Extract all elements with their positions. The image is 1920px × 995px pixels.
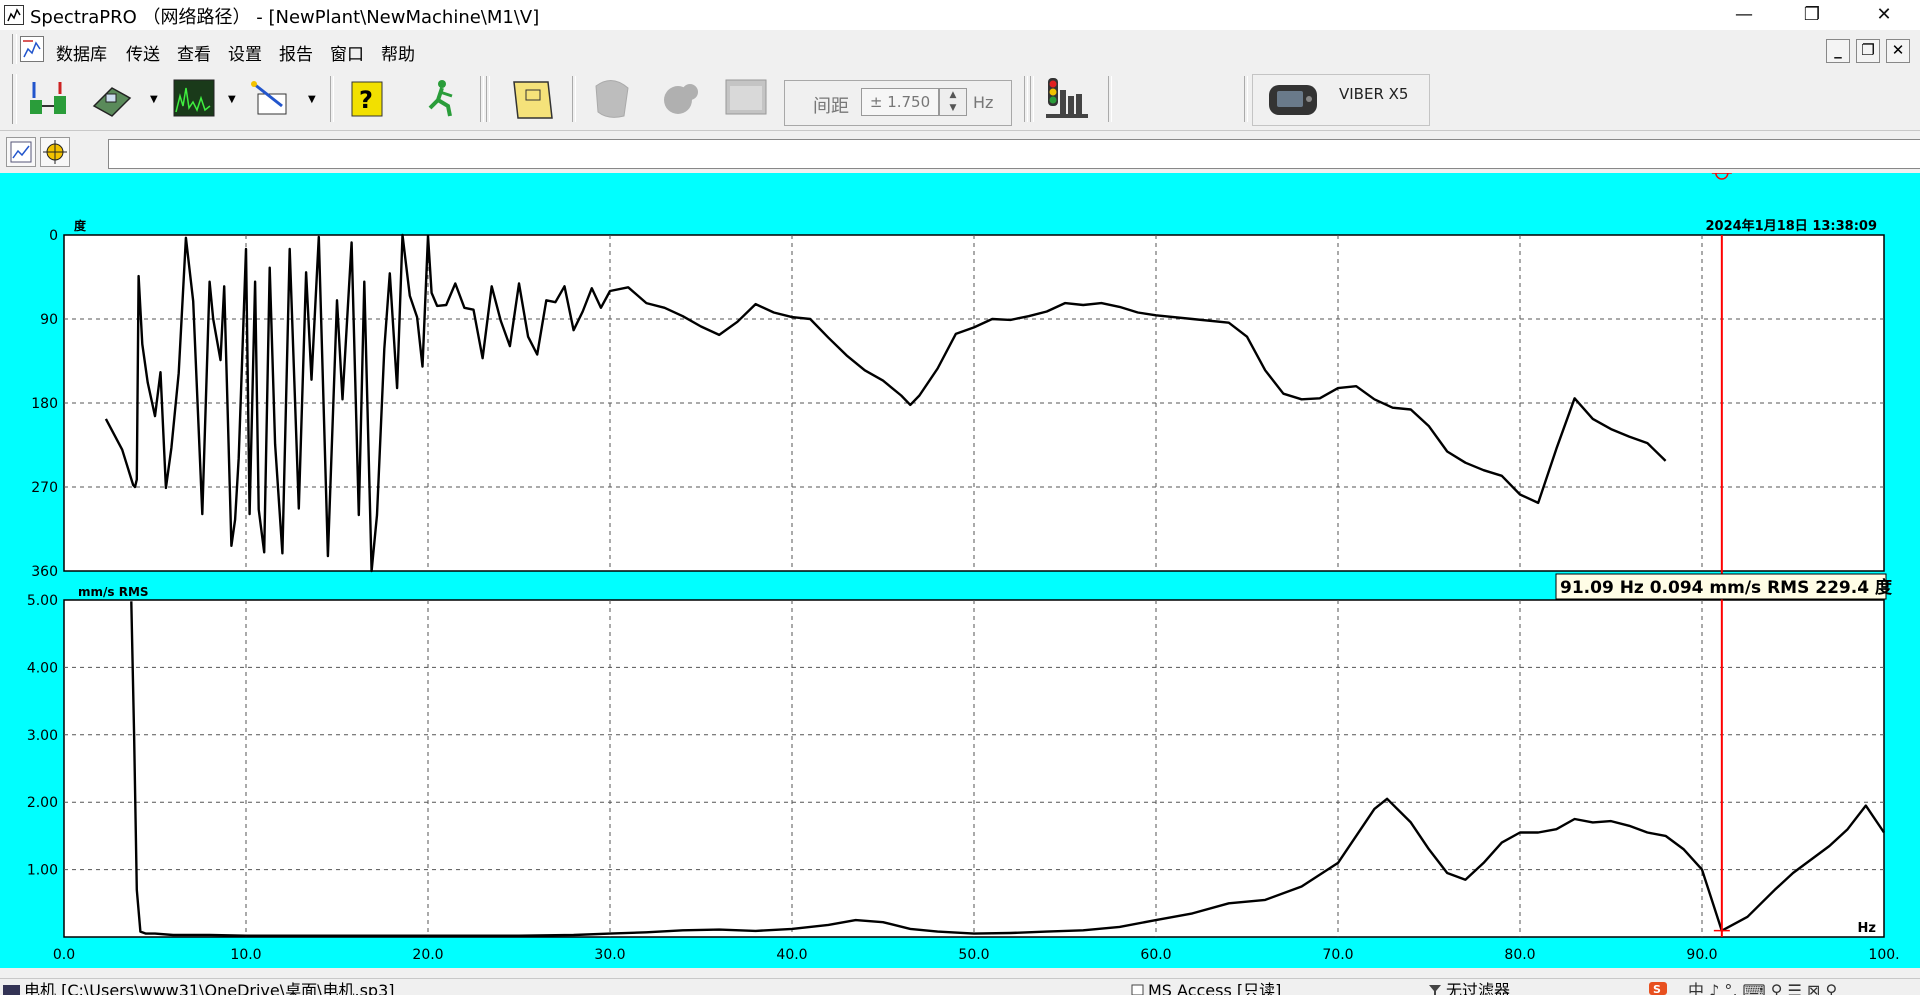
toolbar: ▼ ▼ ▼ ? 间距 ± 1.750 ▲ ▼ Hz VIBER X5: [0, 68, 1920, 131]
instrument-dropdown-icon[interactable]: ▼: [150, 94, 158, 105]
cursor-readout-text: 91.09 Hz 0.094 mm/s RMS 229.4 度: [1560, 577, 1893, 598]
instrument-icon[interactable]: [88, 76, 136, 122]
mdi-close-button[interactable]: ✕: [1886, 39, 1910, 63]
amplitude-ytick-label: 3.00: [27, 728, 58, 744]
menu-window[interactable]: 窗口: [330, 40, 364, 65]
range-label: 间距: [813, 96, 849, 117]
amplitude-ytick-label: 1.00: [27, 863, 58, 879]
x-tick-label: 100.: [1868, 947, 1899, 963]
toolbar-separator: [1244, 76, 1248, 122]
plot-area: 0 90 180 270 360 5.00 4.00 3.00 2.00 1.00 0.0 10.0 2…: [0, 173, 1920, 968]
setup-wand-icon[interactable]: [248, 76, 296, 122]
menu-database[interactable]: 数据库: [56, 40, 107, 65]
phase-ytick-label: 0: [49, 228, 58, 244]
filter-icon: [1428, 981, 1442, 995]
x-tick-label: 80.0: [1504, 947, 1535, 963]
database-transfer-icon[interactable]: [24, 76, 72, 122]
report-notebook-icon[interactable]: [508, 76, 556, 122]
toolbar-separator: [330, 76, 334, 122]
svg-text:S: S: [1653, 983, 1661, 995]
help-icon[interactable]: ?: [344, 76, 392, 122]
x-tick-label: 40.0: [776, 947, 807, 963]
x-tick-label: 90.0: [1686, 947, 1717, 963]
graph-mode-icon[interactable]: [6, 137, 36, 167]
close-button[interactable]: ✕: [1855, 0, 1913, 30]
toolbar-separator: [486, 76, 490, 122]
command-bar: [0, 131, 1920, 173]
status-bar: 电机 [C:\Users\www31\OneDrive\桌面\电机.sp3] M…: [0, 978, 1920, 995]
amplitude-ytick-label: 2.00: [27, 795, 58, 811]
x-tick-label: 70.0: [1322, 947, 1353, 963]
menu-report[interactable]: 报告: [279, 40, 313, 65]
phase-cursor-marker[interactable]: [1715, 173, 1729, 180]
mdi-restore-button[interactable]: ❐: [1856, 39, 1880, 63]
x-tick-label: 0.0: [53, 947, 75, 963]
x-tick-label: 20.0: [412, 947, 443, 963]
toolbar-separator: [1030, 76, 1034, 122]
spectrum-dropdown-icon[interactable]: ▼: [228, 94, 236, 105]
amplitude-ytick-label: 5.00: [27, 593, 58, 609]
menu-bar: 数据库 传送 查看 设置 报告 窗口 帮助 _ ❐ ✕: [0, 30, 1920, 69]
toolbar-separator: [480, 76, 484, 122]
device-panel[interactable]: VIBER X5: [1252, 74, 1430, 126]
menu-settings[interactable]: 设置: [228, 40, 262, 65]
command-input[interactable]: [108, 139, 1920, 169]
phase-ytick-label: 180: [31, 396, 58, 412]
window-title: SpectraPRO （网络路径） - [NewPlant\NewMachine…: [30, 7, 540, 28]
setup-dropdown-icon[interactable]: ▼: [308, 94, 316, 105]
timestamp-label: 2024年1月18日 13:38:09: [1705, 218, 1877, 234]
menu-view[interactable]: 查看: [177, 40, 211, 65]
viber-device-icon: [1269, 85, 1317, 115]
ime-logo-icon[interactable]: S: [1648, 980, 1668, 995]
traffic-light-alarm-icon[interactable]: [1044, 76, 1092, 122]
toolbar-grip[interactable]: [12, 74, 17, 124]
range-control: 间距 ± 1.750 ▲ ▼ Hz: [784, 80, 1012, 126]
disabled-spin-icon: [588, 76, 636, 122]
phase-ytick-label: 360: [31, 564, 58, 580]
amplitude-unit-label: mm/s RMS: [78, 585, 149, 599]
x-tick-label: 60.0: [1140, 947, 1171, 963]
toolbar-separator: [1024, 76, 1028, 122]
exit-run-icon[interactable]: [420, 76, 468, 122]
svg-text:?: ?: [359, 86, 373, 114]
maximize-button[interactable]: ❐: [1783, 0, 1841, 30]
db-mode-status: MS Access [只读]: [1148, 981, 1282, 995]
spectrum-icon[interactable]: [170, 76, 218, 122]
access-db-icon: [1131, 981, 1145, 995]
x-tick-label: 50.0: [958, 947, 989, 963]
spectrum-phase-plots[interactable]: 0 90 180 270 360 5.00 4.00 3.00 2.00 1.00 0.0 10.0 2…: [0, 173, 1920, 968]
menu-help[interactable]: 帮助: [381, 40, 415, 65]
toolbar-separator: [1108, 76, 1112, 122]
file-path-status: 电机 [C:\Users\www31\OneDrive\桌面\电机.sp3]: [24, 981, 395, 995]
range-value-field[interactable]: ± 1.750: [861, 88, 939, 116]
x-tick-label: 10.0: [230, 947, 261, 963]
phase-ytick-label: 90: [40, 312, 58, 328]
range-spinner[interactable]: ▲ ▼: [939, 88, 967, 116]
disabled-window-icon: [722, 76, 770, 122]
amplitude-ytick-label: 4.00: [27, 660, 58, 676]
disabled-gear-icon: [656, 76, 704, 122]
x-tick-label: 30.0: [594, 947, 625, 963]
range-unit: Hz: [973, 93, 994, 112]
toolbar-separator: [572, 76, 576, 122]
minimize-button[interactable]: —: [1715, 0, 1773, 30]
cursor-target-icon[interactable]: [40, 137, 70, 167]
title-bar: SpectraPRO （网络路径） - [NewPlant\NewMachine…: [0, 0, 1920, 30]
device-name: VIBER X5: [1339, 85, 1409, 103]
app-icon[interactable]: [4, 5, 24, 25]
filter-status: 无过滤器: [1446, 981, 1511, 995]
mdi-minimize-button[interactable]: _: [1826, 39, 1850, 63]
db-status-icon: [2, 981, 22, 995]
phase-ytick-label: 270: [31, 480, 58, 496]
menu-transfer[interactable]: 传送: [126, 40, 160, 65]
ime-tray-status[interactable]: 中 ♪ °, ⌨ ♀ ☰ ⊠ ♀: [1688, 979, 1837, 995]
menubar-grip[interactable]: [12, 34, 17, 64]
x-unit-label: Hz: [1858, 921, 1876, 936]
phase-unit-label: 度: [74, 218, 87, 233]
document-icon[interactable]: [20, 36, 44, 62]
